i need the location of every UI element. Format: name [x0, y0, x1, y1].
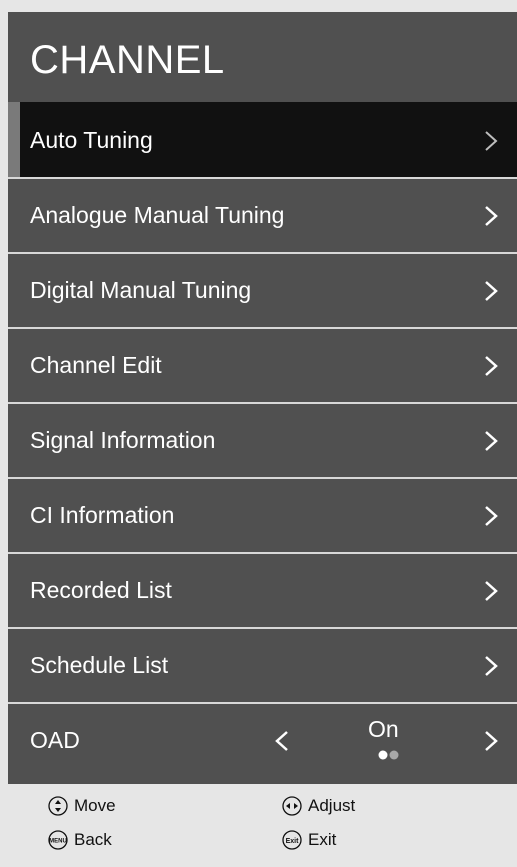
menu-item-label: Channel Edit — [30, 352, 162, 378]
menu-item-auto-tuning[interactable]: Auto Tuning — [8, 102, 517, 179]
menu-item-label: Signal Information — [30, 427, 216, 453]
chevron-right-icon — [485, 130, 498, 151]
chevron-right-icon — [485, 280, 498, 301]
chevron-right-icon — [485, 430, 498, 451]
chevron-left-icon[interactable] — [274, 729, 290, 753]
up-down-key-icon — [48, 796, 68, 816]
menu-item-label: Recorded List — [30, 577, 172, 603]
menu-item-channel-edit[interactable]: Channel Edit — [8, 327, 517, 402]
left-right-key-icon — [282, 796, 302, 816]
page-dots-icon — [378, 750, 399, 760]
menu-item-schedule-list[interactable]: Schedule List — [8, 627, 517, 702]
chevron-right-icon — [485, 655, 498, 676]
oad-value: On — [368, 716, 399, 742]
menu-item-oad[interactable]: OAD On — [8, 702, 517, 777]
menu-item-label: Digital Manual Tuning — [30, 277, 252, 303]
hint-back-label: Back — [74, 830, 112, 849]
selection-indicator — [8, 102, 20, 179]
menu-item-ci-information[interactable]: CI Information — [8, 477, 517, 552]
menu-item-analogue-manual-tuning[interactable]: Analogue Manual Tuning — [8, 177, 517, 252]
menu-item-label: Analogue Manual Tuning — [30, 202, 285, 228]
hint-move-label: Move — [74, 796, 116, 815]
hint-move: Move — [48, 796, 116, 816]
chevron-right-icon[interactable] — [483, 729, 499, 753]
exit-key-label: Exit — [286, 838, 300, 845]
chevron-right-icon — [485, 580, 498, 601]
hint-adjust: Adjust — [282, 796, 355, 816]
hint-back: MENU Back — [48, 830, 112, 850]
chevron-right-icon — [485, 505, 498, 526]
channel-menu-panel: CHANNEL Auto Tuning Analogue Manual Tuni… — [8, 12, 517, 867]
hint-adjust-label: Adjust — [308, 796, 356, 815]
menu-item-label: Schedule List — [30, 652, 169, 678]
menu-item-digital-manual-tuning[interactable]: Digital Manual Tuning — [8, 252, 517, 327]
menu-item-signal-information[interactable]: Signal Information — [8, 402, 517, 477]
chevron-right-icon — [485, 355, 498, 376]
hint-exit: Exit Exit — [282, 830, 336, 850]
menu-item-label: Auto Tuning — [30, 127, 153, 153]
exit-key-icon: Exit — [282, 830, 302, 850]
key-hints: Move Adjust MENU Back Exit Exit — [8, 784, 517, 867]
menu-key-label: MENU — [49, 839, 67, 845]
page-title: CHANNEL — [30, 38, 225, 82]
hint-exit-label: Exit — [308, 830, 337, 849]
chevron-right-icon — [485, 205, 498, 226]
menu-key-icon: MENU — [48, 830, 68, 850]
menu-item-label: CI Information — [30, 502, 175, 528]
menu-item-recorded-list[interactable]: Recorded List — [8, 552, 517, 627]
